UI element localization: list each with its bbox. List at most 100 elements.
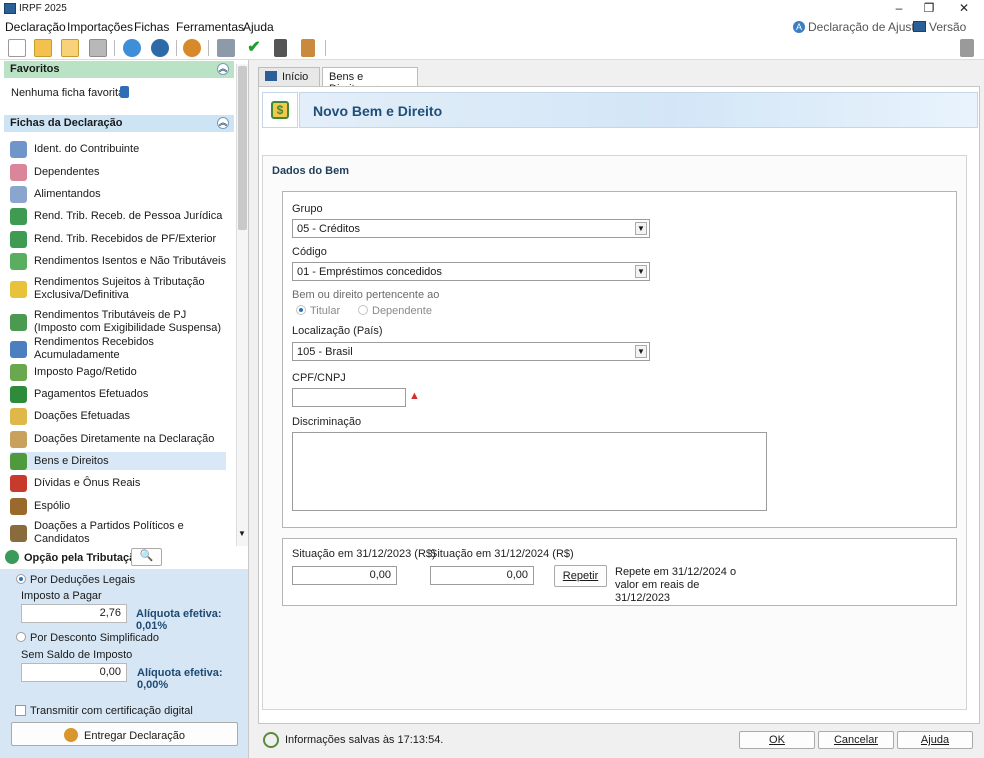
- world-icon[interactable]: [183, 39, 201, 57]
- tributacao-icon: [5, 550, 19, 564]
- close-window-button[interactable]: ✕: [953, 1, 975, 15]
- party-donations-icon: [10, 524, 27, 542]
- dependente-radio[interactable]: [358, 305, 368, 315]
- fichas-header[interactable]: Fichas da Declaração ︽: [4, 115, 234, 132]
- left-scrollbar[interactable]: ▼: [236, 64, 248, 546]
- nav-rend-isentos[interactable]: Rendimentos Isentos e Não Tributáveis: [10, 252, 228, 270]
- dependents-icon: [10, 163, 27, 181]
- dependente-option[interactable]: Dependente: [358, 305, 432, 317]
- clipboard-icon[interactable]: [301, 39, 315, 57]
- repetir-note: Repete em 31/12/2024 o valor em reais de…: [615, 566, 737, 604]
- favorites-header[interactable]: Favoritos ︽: [4, 61, 234, 78]
- nav-doacoes-partidos[interactable]: Doações a Partidos Políticos e Candidato…: [10, 519, 228, 547]
- codigo-value: 01 - Empréstimos concedidos: [297, 266, 442, 278]
- transmit-checkbox[interactable]: [15, 705, 26, 716]
- nav-ident-contribuinte[interactable]: Ident. do Contribuinte: [10, 140, 228, 158]
- toolbar-separator: [176, 40, 177, 56]
- ok-button[interactable]: OK: [739, 731, 815, 749]
- folder-icon[interactable]: [61, 39, 79, 57]
- menu-declaracao[interactable]: Declaração: [5, 20, 66, 34]
- chevron-down-icon[interactable]: ▼: [635, 222, 647, 235]
- new-file-icon[interactable]: [8, 39, 26, 57]
- title-bar: IRPF 2025 – ❐ ✕: [0, 0, 984, 18]
- menu-ajuda[interactable]: Ajuda: [243, 20, 274, 34]
- minimize-button[interactable]: –: [888, 1, 910, 15]
- nav-doacoes[interactable]: Doações Efetuadas: [10, 407, 228, 425]
- scroll-down-icon[interactable]: ▼: [238, 529, 246, 538]
- titular-radio[interactable]: [296, 305, 306, 315]
- collapse-fichas-icon[interactable]: ︽: [217, 117, 229, 129]
- cpf-input[interactable]: [292, 388, 406, 407]
- transmit-icon[interactable]: [123, 39, 141, 57]
- restore-button[interactable]: ❐: [918, 1, 940, 15]
- localizacao-select[interactable]: 105 - Brasil ▼: [292, 342, 650, 361]
- repetir-button[interactable]: Repetir: [554, 565, 607, 587]
- codigo-select[interactable]: 01 - Empréstimos concedidos ▼: [292, 262, 650, 281]
- trash-icon[interactable]: [89, 39, 107, 57]
- transmit-checkbox-row[interactable]: Transmitir com certificação digital: [15, 705, 193, 717]
- nav-rend-acumuladamente[interactable]: Rendimentos Recebidos Acumuladamente: [10, 336, 228, 361]
- tab-bens-direitos[interactable]: Bens e Direitos×: [322, 67, 418, 95]
- deducoes-radio[interactable]: [16, 574, 26, 584]
- nav-bens-direitos[interactable]: Bens e Direitos: [10, 452, 226, 470]
- menu-ferramentas[interactable]: Ferramentas: [176, 20, 244, 34]
- nav-doacoes-diretamente[interactable]: Doações Diretamente na Declaração: [10, 430, 228, 448]
- nav-imposto-pago[interactable]: Imposto Pago/Retido: [10, 363, 228, 381]
- cancel-button[interactable]: Cancelar: [818, 731, 894, 749]
- home-icon: [265, 71, 277, 81]
- declaracao-ajuste-label[interactable]: Declaração de Ajuste: [808, 20, 921, 34]
- ok-label: OK: [769, 734, 785, 746]
- option-simplificado[interactable]: Por Desconto Simplificado: [16, 632, 159, 644]
- discriminacao-textarea[interactable]: [292, 432, 767, 511]
- sit2023-input[interactable]: 0,00: [292, 566, 397, 585]
- nav-rend-pj-suspensa[interactable]: Rendimentos Tributáveis de PJ (Imposto c…: [10, 308, 228, 336]
- nav-rend-pj[interactable]: Rend. Trib. Receb. de Pessoa Jurídica: [10, 207, 228, 225]
- nav-label: Doações a Partidos Políticos e Candidato…: [34, 520, 184, 545]
- favorites-empty-text: Nenhuma ficha favorita: [11, 87, 125, 99]
- income-pj-icon: [10, 207, 27, 225]
- collapse-favorites-icon[interactable]: ︽: [217, 63, 229, 75]
- titular-label: Titular: [310, 305, 341, 317]
- sit2024-input[interactable]: 0,00: [430, 566, 534, 585]
- discriminacao-label: Discriminação: [292, 416, 362, 428]
- scroll-thumb[interactable]: [238, 66, 247, 230]
- verify-check-icon[interactable]: ✔: [245, 39, 263, 57]
- menu-bar: Declaração Importações Fichas Ferramenta…: [0, 18, 984, 48]
- option-deducoes[interactable]: Por Deduções Legais: [16, 574, 135, 586]
- nav-espolio[interactable]: Espólio: [10, 497, 228, 515]
- nav-rend-exclusiva[interactable]: Rendimentos Sujeitos à Tributação Exclus…: [10, 275, 228, 303]
- nav-alimentandos[interactable]: Alimentandos: [10, 185, 228, 203]
- dependente-label: Dependente: [372, 305, 432, 317]
- nav-dividas[interactable]: Dívidas e Ônus Reais: [10, 474, 228, 492]
- grupo-select[interactable]: 05 - Créditos ▼: [292, 219, 650, 238]
- chevron-down-icon[interactable]: ▼: [635, 265, 647, 278]
- accumulated-income-icon: [10, 340, 27, 358]
- tab-inicio-label: Início: [282, 71, 309, 83]
- simplificado-radio[interactable]: [16, 632, 26, 642]
- chevron-down-icon[interactable]: ▼: [635, 345, 647, 358]
- assets-icon: [10, 452, 27, 470]
- payments-icon: [10, 385, 27, 403]
- open-folder-icon[interactable]: [34, 39, 52, 57]
- exit-icon[interactable]: [960, 39, 974, 57]
- entregar-button[interactable]: Entregar Declaração: [11, 722, 238, 746]
- left-panel: Favoritos ︽ Nenhuma ficha favorita Fichas…: [0, 60, 249, 758]
- receita-globe-icon[interactable]: [151, 39, 169, 57]
- app-logo-icon: [4, 3, 16, 14]
- help-button[interactable]: Ajuda: [897, 731, 973, 749]
- section-dados-bem: Dados do Bem: [272, 165, 350, 177]
- form-title: Novo Bem e Direito: [313, 103, 443, 119]
- option-deducoes-label: Por Deduções Legais: [30, 574, 136, 586]
- menu-fichas[interactable]: Fichas: [134, 20, 169, 34]
- tab-inicio[interactable]: Início: [258, 67, 320, 86]
- tributacao-panel: Opção pela Tributação: 🔍 Por Deduções Le…: [0, 547, 248, 758]
- nav-dependentes[interactable]: Dependentes: [10, 163, 228, 181]
- search-button[interactable]: 🔍: [131, 548, 162, 566]
- nav-rend-pf-exterior[interactable]: Rend. Trib. Recebidos de PF/Exterior: [10, 230, 228, 248]
- titular-option[interactable]: Titular: [296, 305, 340, 317]
- print-icon[interactable]: [217, 39, 235, 57]
- calculator-icon[interactable]: [274, 39, 287, 57]
- menu-importacoes[interactable]: Importações: [67, 20, 133, 34]
- money-bag-icon: $: [271, 101, 289, 119]
- nav-pagamentos[interactable]: Pagamentos Efetuados: [10, 385, 228, 403]
